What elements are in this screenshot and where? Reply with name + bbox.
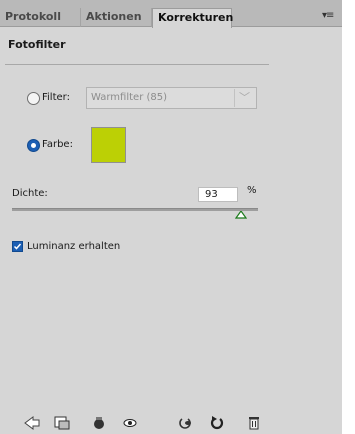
visibility-toggle-icon[interactable] [91, 416, 107, 430]
reset-icon[interactable] [177, 416, 193, 430]
back-arrow-icon[interactable] [24, 416, 40, 430]
color-label: Farbe: [42, 139, 73, 150]
dropdown-separator [234, 89, 235, 107]
density-unit: % [247, 185, 257, 196]
checkmark-icon [13, 243, 22, 250]
chevron-down-icon: ﹀ [239, 91, 250, 104]
clip-to-layer-icon[interactable] [54, 416, 70, 430]
delete-icon[interactable] [246, 416, 262, 430]
luminance-checkbox[interactable] [12, 241, 23, 252]
tab-protokoll[interactable]: Protokoll [0, 8, 81, 27]
density-value-field[interactable]: 93 [198, 187, 238, 202]
color-radio[interactable] [27, 139, 40, 152]
adjustments-panel: Protokoll Aktionen Korrekturen ▾≡ Fotofi… [0, 0, 342, 434]
panel-title: Fotofilter [8, 38, 66, 51]
density-slider-thumb[interactable] [234, 209, 247, 219]
density-label: Dichte: [12, 188, 48, 199]
density-slider-track[interactable] [12, 208, 258, 211]
filter-radio[interactable] [27, 92, 40, 105]
view-previous-state-icon[interactable] [122, 416, 138, 430]
panel-menu-icon[interactable]: ▾≡ [322, 10, 334, 21]
panel-footer [0, 390, 342, 434]
filter-dropdown[interactable]: Warmfilter (85) ﹀ [86, 87, 257, 109]
color-swatch[interactable] [91, 127, 126, 163]
slider-thumb-triangle-icon [234, 209, 247, 219]
divider [5, 64, 269, 65]
filter-dropdown-value: Warmfilter (85) [91, 92, 168, 103]
reset-to-default-icon[interactable] [209, 416, 225, 430]
tab-korrekturen[interactable]: Korrekturen [152, 8, 233, 28]
tab-aktionen[interactable]: Aktionen [81, 8, 152, 27]
luminance-label: Luminanz erhalten [27, 241, 121, 252]
filter-label: Filter: [42, 92, 70, 103]
tab-bar: Protokoll Aktionen Korrekturen ▾≡ [0, 0, 342, 28]
